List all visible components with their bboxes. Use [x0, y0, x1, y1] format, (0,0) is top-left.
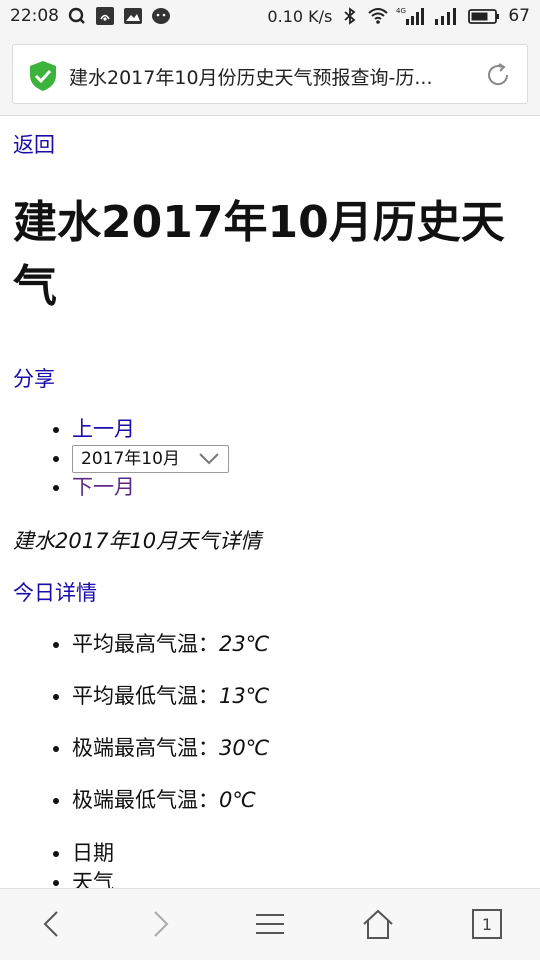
menu-icon: [256, 914, 284, 934]
network-speed: 0.10 K/s: [267, 6, 333, 26]
stat-label: 平均最低气温：: [72, 684, 219, 708]
stat-item-extreme-low: 极端最低气温：0℃: [72, 785, 269, 837]
reload-icon[interactable]: [483, 60, 513, 90]
back-link[interactable]: 返回: [13, 129, 55, 159]
table-header-weather: 天气: [72, 868, 114, 888]
table-header-date: 日期: [72, 839, 114, 868]
page-title: 建水2017年10月历史天气: [13, 197, 505, 312]
weather-table-headers: 日期 天气: [72, 839, 114, 888]
home-icon: [363, 909, 393, 939]
image-notification-icon: [123, 6, 143, 26]
next-month-link[interactable]: 下一月: [72, 475, 135, 499]
stat-item-avg-low: 平均最低气温：13℃: [72, 681, 269, 733]
detail-heading: 建水2017年10月天气详情: [13, 529, 262, 553]
browser-toolbar: 1: [0, 888, 540, 960]
home-button[interactable]: [361, 907, 395, 941]
battery-icon: [468, 6, 500, 26]
month-nav-item: 下一月: [72, 473, 229, 502]
hotspot-icon: [95, 6, 115, 26]
search-app-icon: [67, 6, 87, 26]
wifi-icon: [368, 6, 389, 26]
chevron-down-icon: [199, 453, 219, 465]
prev-month-link[interactable]: 上一月: [72, 417, 135, 441]
forward-button[interactable]: [143, 907, 177, 941]
stat-label: 极端最低气温：: [72, 788, 219, 812]
wechat-icon: [151, 6, 171, 26]
chevron-right-icon: [154, 911, 169, 937]
clock: 22:08: [10, 6, 59, 26]
bluetooth-icon: [340, 6, 360, 26]
page-title-in-address-bar[interactable]: 建水2017年10月份历史天气预报查询-历...: [69, 63, 469, 90]
chevron-left-icon: [43, 911, 58, 937]
month-nav-item: 上一月: [72, 415, 229, 444]
status-bar-right: 0.10 K/s 4G 67: [267, 6, 530, 26]
tab-count: 1: [481, 914, 493, 934]
month-select-value: 2017年10月: [81, 448, 180, 469]
address-bar[interactable]: 建水2017年10月份历史天气预报查询-历...: [12, 44, 528, 104]
month-nav-item: 2017年10月: [72, 444, 229, 473]
stat-value: 23℃: [219, 632, 270, 656]
browser-address-area: 建水2017年10月份历史天气预报查询-历...: [0, 34, 540, 116]
stat-value: 13℃: [219, 684, 270, 708]
battery-level: 67: [508, 6, 530, 26]
stat-label: 平均最高气温：: [72, 632, 219, 656]
tabs-button[interactable]: 1: [470, 907, 504, 941]
back-button[interactable]: [35, 907, 69, 941]
web-page-content: 返回 建水2017年10月历史天气 分享 上一月 2017年10月 下一月 建水…: [0, 117, 540, 888]
stat-value: 30℃: [219, 736, 270, 760]
temperature-stats: 平均最高气温：23℃ 平均最低气温：13℃ 极端最高气温：30℃ 极端最低气温：…: [72, 629, 269, 837]
month-navigation: 上一月 2017年10月 下一月: [72, 415, 229, 502]
stat-item-avg-high: 平均最高气温：23℃: [72, 629, 269, 681]
secure-shield-icon[interactable]: [28, 60, 58, 92]
share-link[interactable]: 分享: [13, 363, 55, 393]
stat-value: 0℃: [219, 788, 256, 812]
today-details-link[interactable]: 今日详情: [13, 577, 97, 607]
cell-signal-4g-icon: 4G: [396, 6, 426, 26]
status-bar: 22:08 0.10 K/s 4G 67: [0, 0, 540, 34]
month-select[interactable]: 2017年10月: [72, 445, 229, 473]
menu-button[interactable]: [253, 907, 287, 941]
stat-item-extreme-high: 极端最高气温：30℃: [72, 733, 269, 785]
cell-signal-icon: [434, 6, 460, 26]
svg-text:4G: 4G: [396, 7, 406, 15]
status-bar-left: 22:08: [10, 6, 171, 26]
stat-label: 极端最高气温：: [72, 736, 219, 760]
